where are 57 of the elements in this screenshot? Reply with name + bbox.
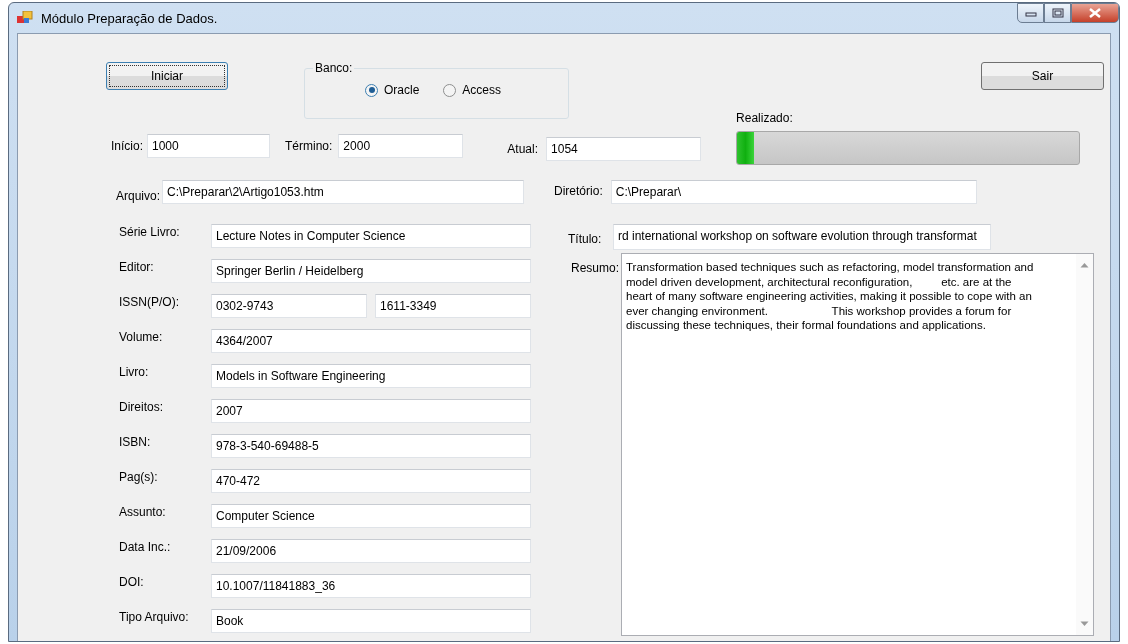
text-field[interactable]: Springer Berlin / Heidelberg [211, 259, 531, 283]
text-field[interactable]: 2007 [211, 399, 531, 423]
field-label: ISSN(P/O): [119, 295, 180, 309]
field-label: Resumo: [571, 261, 621, 277]
field-label: Início: [111, 139, 143, 153]
close-icon [1089, 8, 1101, 18]
radio-option[interactable]: Oracle [365, 83, 420, 97]
summary-text: Transformation based techniques such as refactoring, model transformation and model driven development, architectural reconfiguration, etc. are at the heart of many software engineering activities, making it possible to cope with an ever changing environment. This workshop provides a forum for discussing these techniques, their formal foundations and applications. [625, 260, 1035, 333]
exit-button[interactable]: Sair [981, 62, 1104, 90]
text-field[interactable]: Computer Science [211, 504, 531, 528]
close-button[interactable] [1071, 3, 1119, 23]
field-label: Atual: [507, 142, 539, 156]
text-field[interactable]: rd international workshop on software evolution through transformat [613, 224, 991, 250]
text-field[interactable]: 1054 [546, 137, 702, 161]
scroll-up-icon[interactable] [1080, 262, 1089, 268]
text-field[interactable]: 10.1007/11841883_36 [211, 574, 531, 598]
field-label: Término: [285, 139, 333, 153]
text-field[interactable]: 4364/2007 [211, 329, 531, 353]
field-label: DOI: [119, 575, 145, 589]
progress-label: Realizado: [736, 111, 794, 125]
app-icon [17, 11, 33, 25]
window-title: Módulo Preparação de Dados. [41, 10, 218, 26]
field-label: Tipo Arquivo: [119, 610, 190, 624]
field-label: Direitos: [119, 400, 164, 414]
field-label: Volume: [119, 330, 164, 344]
text-field[interactable]: 1000 [147, 134, 270, 158]
field-label: Série Livro: [119, 225, 181, 239]
text-field[interactable]: 0302-9743 [211, 294, 367, 318]
text-field[interactable]: 470-472 [211, 469, 531, 493]
scrollbar[interactable] [1076, 254, 1093, 635]
field-label: Pag(s): [119, 470, 159, 484]
radio-option[interactable]: Access [443, 83, 502, 97]
maximize-icon [1051, 8, 1064, 18]
text-field[interactable]: Lecture Notes in Computer Science [211, 224, 531, 248]
text-field[interactable]: C:\Preparar\2\Artigo1053.htm [162, 180, 525, 204]
text-field[interactable]: 2000 [338, 134, 464, 158]
field-label: Assunto: [119, 505, 167, 519]
text-field[interactable]: C:\Preparar\ [610, 180, 977, 204]
text-field[interactable]: 1611-3349 [375, 294, 531, 318]
field-label: ISBN: [119, 435, 152, 449]
field-label: Data Inc.: [119, 540, 172, 554]
minimize-icon [1024, 9, 1037, 17]
field-label: Editor: [119, 260, 155, 274]
field-label: Diretório: [554, 184, 603, 198]
scroll-down-icon[interactable] [1080, 621, 1089, 627]
minimize-button[interactable] [1017, 3, 1044, 23]
group-label: Banco: [313, 61, 355, 75]
text-area[interactable] [621, 253, 1094, 636]
text-field[interactable]: 978-3-540-69488-5 [211, 434, 531, 458]
start-button[interactable]: Iniciar [106, 62, 228, 90]
text-field[interactable]: Book [211, 609, 531, 633]
field-label: Título: [568, 232, 603, 246]
field-label: Livro: [119, 365, 150, 379]
field-label: Arquivo: [116, 189, 161, 203]
maximize-button[interactable] [1044, 3, 1071, 23]
text-field[interactable]: Models in Software Engineering [211, 364, 531, 388]
text-field[interactable]: 21/09/2006 [211, 539, 531, 563]
